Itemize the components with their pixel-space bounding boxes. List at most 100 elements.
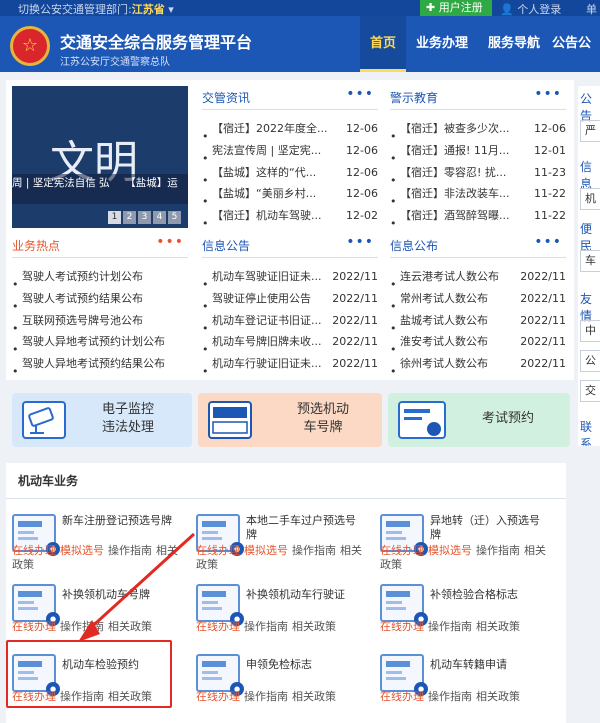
service-link[interactable]: 相关 [340,544,362,557]
list-item-title[interactable]: 机动车行驶证旧证未... [212,353,322,375]
list-item[interactable]: • 【宿迁】2022年度全... 12-06 [202,118,378,143]
card-plate-preselect[interactable]: 预选机动 车号牌 [198,393,382,447]
list-item[interactable]: • 【宿迁】非法改装车... 11-22 [390,183,566,208]
slide-page-1[interactable]: 1 [108,211,121,224]
list-item-title[interactable]: 【宿迁】非法改装车... [400,183,510,205]
service-link[interactable]: 操作指南 [244,620,288,633]
list-item-title[interactable]: 连云港考试人数公布 [400,266,499,288]
list-item-title[interactable]: 机动车号牌旧牌未收... [212,331,322,353]
service-name[interactable]: 机动车转籍申请 [430,658,542,672]
service-link[interactable]: 相关 [524,544,546,557]
list-item[interactable]: • 常州考试人数公布 2022/11 [390,288,566,313]
nav-business[interactable]: 业务办理 [410,16,474,72]
list-item-title[interactable]: 驾驶人异地考试预约结果公布 [22,353,165,375]
service-link[interactable]: 相关政策 [292,620,336,633]
service-name[interactable]: 补换领机动车号牌 [62,588,174,602]
service-link[interactable]: 操作指南 [428,690,472,703]
service-link[interactable]: 模拟选号 [428,544,472,557]
list-item-title[interactable]: 【宿迁】被查多少次... [400,118,510,140]
service-link[interactable]: 操作指南 [244,690,288,703]
service-link[interactable]: 在线办理 [380,620,424,633]
list-item-title[interactable]: 互联网预选号牌号池公布 [22,310,143,332]
publish-more-link[interactable]: ••• [534,232,562,252]
service-link-continued[interactable]: 政策 [12,558,34,572]
service-item[interactable]: ● 补换领机动车行驶证 在线办理 操作指南 相关政策 [196,584,370,648]
slide-page-4[interactable]: 4 [153,211,166,224]
sidebar-item-3[interactable]: 车 [580,250,600,272]
register-button[interactable]: ✚ 用户注册 [420,0,492,16]
service-link[interactable]: 相关政策 [292,690,336,703]
list-item[interactable]: • 互联网预选号牌号池公布 [12,310,188,335]
service-item[interactable]: ● 机动车转籍申请 在线办理 操作指南 相关政策 [380,654,554,718]
list-item-title[interactable]: 机动车驾驶证旧证未... [212,266,322,288]
province-select[interactable]: 江苏省 [132,3,165,16]
list-item[interactable]: • 连云港考试人数公布 2022/11 [390,266,566,291]
list-item-title[interactable]: 【宿迁】酒驾醉驾曝... [400,205,510,227]
list-item-title[interactable]: 盐城考试人数公布 [400,310,488,332]
list-item[interactable]: • 机动车号牌旧牌未收... 2022/11 [202,331,378,356]
list-item-title[interactable]: 【宿迁】零容忍! 扰... [400,162,506,184]
slide-page-5[interactable]: 5 [168,211,181,224]
service-name[interactable]: 补领检验合格标志 [430,588,542,602]
service-link[interactable]: 相关政策 [476,620,520,633]
list-item-title[interactable]: 【宿迁】机动车驾驶... [212,205,322,227]
list-item[interactable]: • 驾驶人考试预约计划公布 [12,266,188,291]
service-link[interactable]: 操作指南 [60,620,104,633]
service-name[interactable]: 本地二手车过户预选号牌 [246,514,358,542]
department-switch[interactable]: 切换公安交通管理部门:江苏省 ▾ [18,1,174,17]
list-item[interactable]: • 【宿迁】机动车驾驶... 12-02 [202,205,378,230]
list-item[interactable]: • 驾驶人异地考试预约计划公布 [12,331,188,356]
list-item-title[interactable]: 驾驶人考试预约计划公布 [22,266,143,288]
list-item-title[interactable]: 【宿迁】2022年度全... [212,118,327,140]
list-item[interactable]: • 【盐城】“美丽乡村... 12-06 [202,183,378,208]
service-link[interactable]: 操作指南 [428,620,472,633]
service-link[interactable]: 在线办理 [196,690,240,703]
service-link[interactable]: 在线办理 [196,620,240,633]
service-item[interactable]: ● 补领检验合格标志 在线办理 操作指南 相关政策 [380,584,554,648]
nav-home[interactable]: 首页 [360,16,406,72]
login-link[interactable]: 👤 个人登录 [500,1,561,17]
list-item[interactable]: • 徐州考试人数公布 2022/11 [390,353,566,378]
service-link[interactable]: 操作指南 [292,544,336,557]
list-item-title[interactable]: 驾驶人考试预约结果公布 [22,288,143,310]
list-item[interactable]: • 驾驶人异地考试预约结果公布 [12,353,188,378]
news-more-link[interactable]: ••• [346,84,374,104]
service-item[interactable]: ● 申领免检标志 在线办理 操作指南 相关政策 [196,654,370,718]
card-exam-booking[interactable]: 考试预约 [388,393,570,447]
service-item[interactable]: ● 新车注册登记预选号牌 在线办理 模拟选号 操作指南 相关 政策 [12,514,186,578]
service-link[interactable]: 相关政策 [476,690,520,703]
slide-page-2[interactable]: 2 [123,211,136,224]
list-item-title[interactable]: 【宿迁】通报! 11月... [400,140,509,162]
news-slider[interactable]: 文明 周 | 坚定宪法自信 弘 【盐城】运 原... 12345 [12,86,188,228]
list-item-title[interactable]: 机动车登记证书旧证... [212,310,322,332]
service-link[interactable]: 在线办理 [380,544,424,557]
slide-caption[interactable]: 周 | 坚定宪法自信 弘 【盐城】运 原... [12,174,188,204]
list-item[interactable]: • 盐城考试人数公布 2022/11 [390,310,566,335]
list-item-title[interactable]: 【盐城】这样的“代... [212,162,316,184]
sidebar-link-3[interactable]: 交 [580,380,600,402]
service-link[interactable]: 在线办理 [12,620,56,633]
list-item-title[interactable]: 宪法宣传周 | 坚定宪... [212,140,321,162]
list-item[interactable]: • 淮安考试人数公布 2022/11 [390,331,566,356]
notice-more-link[interactable]: ••• [346,232,374,252]
service-name[interactable]: 补换领机动车行驶证 [246,588,358,602]
service-link[interactable]: 相关政策 [108,620,152,633]
list-item[interactable]: • 机动车行驶证旧证未... 2022/11 [202,353,378,378]
sidebar-link-2[interactable]: 公 [580,350,600,372]
list-item[interactable]: • 机动车驾驶证旧证未... 2022/11 [202,266,378,291]
sidebar-item-1[interactable]: 严 [580,120,600,142]
list-item-title[interactable]: 常州考试人数公布 [400,288,488,310]
list-item-title[interactable]: 徐州考试人数公布 [400,353,488,375]
list-item[interactable]: • 机动车登记证书旧证... 2022/11 [202,310,378,335]
service-link[interactable]: 相关 [156,544,178,557]
service-link[interactable]: 模拟选号 [244,544,288,557]
service-name[interactable]: 新车注册登记预选号牌 [62,514,174,528]
service-name[interactable]: 申领免检标志 [246,658,358,672]
list-item[interactable]: • 驾驶证停止使用公告 2022/11 [202,288,378,313]
sidebar-link-1[interactable]: 中 [580,320,600,342]
card-traffic-violation[interactable]: 电子监控 违法处理 [12,393,192,447]
list-item[interactable]: • 【宿迁】零容忍! 扰... 11-23 [390,162,566,187]
list-item[interactable]: • 【宿迁】被查多少次... 12-06 [390,118,566,143]
service-name[interactable]: 异地转（迁）入预选号牌 [430,514,542,542]
warning-more-link[interactable]: ••• [534,84,562,104]
